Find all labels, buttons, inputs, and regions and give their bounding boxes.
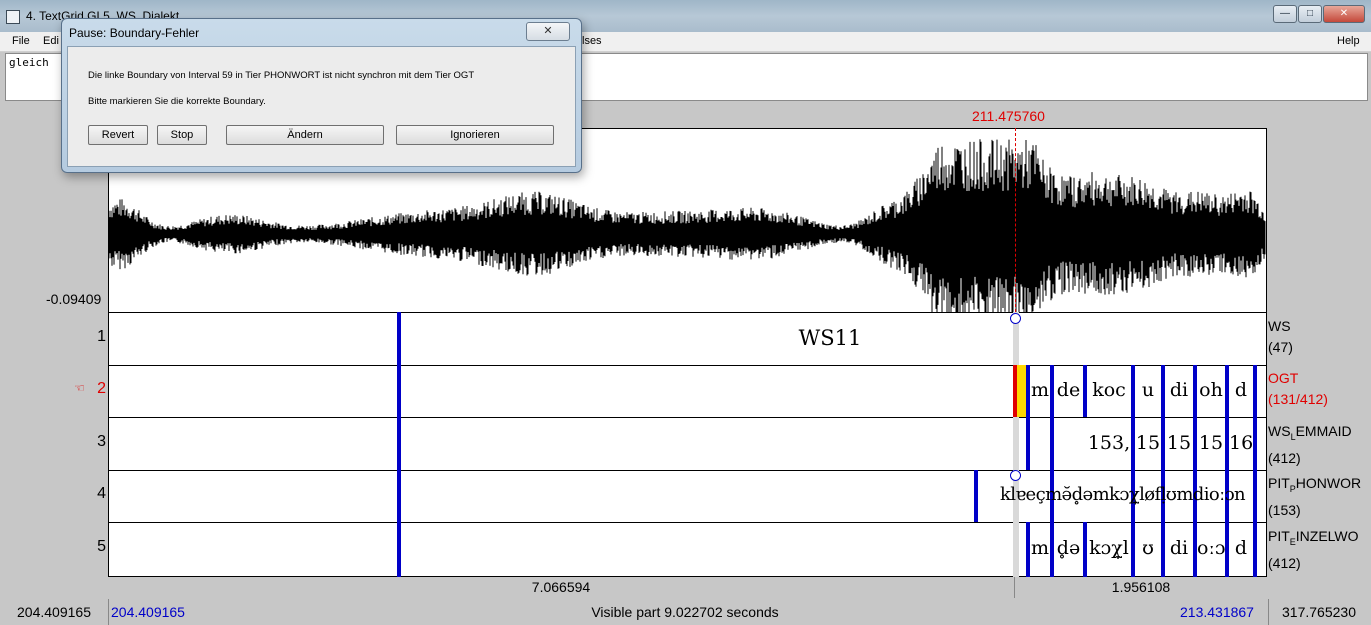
revert-button[interactable]: Revert [88, 125, 148, 145]
interval-label: 15 [1135, 432, 1161, 454]
dialog-close-button[interactable]: ✕ [526, 22, 570, 41]
tier-number-1: 1 [97, 328, 106, 345]
tier-separator [108, 365, 1267, 366]
change-button[interactable]: Ändern [226, 125, 384, 145]
menu-file[interactable]: File [12, 35, 30, 47]
boundary-handle[interactable] [1010, 313, 1021, 324]
interval-label: 16 [1229, 432, 1254, 454]
interval-label: 15 [1166, 432, 1192, 454]
cursor-time: 211.475760 [972, 108, 1045, 124]
interval-label: kɔχ̞l [1089, 537, 1129, 559]
tier-number-3: 3 [97, 433, 106, 450]
interval-label: de [1056, 379, 1081, 401]
dialog-message: Die linke Boundary von Interval 59 in Ti… [88, 70, 475, 81]
interval-label: di [1169, 379, 1189, 401]
menu-edit[interactable]: Edi [43, 35, 59, 47]
interval-label: ʊ [1142, 537, 1154, 559]
interval-label: oh [1199, 379, 1223, 401]
visible-end-time[interactable]: 213.431867 [1180, 599, 1254, 625]
selected-boundary[interactable] [1013, 365, 1017, 417]
visible-start-time[interactable]: 204.409165 [111, 599, 185, 625]
interval-label: oːɔ [1197, 537, 1226, 559]
segment-left-duration[interactable]: 7.066594 [108, 577, 1015, 598]
tier-separator [108, 417, 1267, 418]
tier-number-5: 5 [97, 538, 106, 555]
tier-number-4: 4 [97, 485, 106, 502]
interval-label: u [1141, 379, 1155, 401]
boundary-line[interactable] [397, 312, 401, 577]
interval-label: d [1234, 379, 1248, 401]
interval-label: 153, [1087, 432, 1131, 454]
visible-part-label[interactable]: Visible part 9.022702 seconds [560, 599, 810, 625]
interval-label: di [1169, 537, 1189, 559]
cursor-line [1015, 128, 1016, 312]
interval-label: 15 [1198, 432, 1224, 454]
label-text: gleich [9, 56, 49, 69]
menu-help[interactable]: Help [1337, 35, 1360, 47]
total-start-time[interactable]: 204.409165 [0, 599, 109, 625]
tier-name-2[interactable]: OGT (131/412) [1268, 368, 1328, 410]
tier-name-5[interactable]: PITEINZELWO (412) [1268, 526, 1359, 574]
interval-label: koc [1092, 379, 1126, 401]
boundary-line[interactable] [1253, 365, 1257, 577]
interval-label: WS11 [798, 326, 862, 350]
tier-separator [108, 522, 1267, 523]
total-end-time[interactable]: 317.765230 [1268, 599, 1369, 625]
tier-name-1[interactable]: WS (47) [1268, 316, 1293, 358]
pointing-hand-icon: ☜ [74, 381, 85, 395]
boundary-line[interactable] [1026, 417, 1030, 470]
interval-label: d [1234, 537, 1248, 559]
selection-column [1013, 312, 1019, 577]
dialog-title: Pause: Boundary-Fehler [69, 26, 200, 40]
interval-label: m [1030, 537, 1050, 559]
waveform-minimum: -0.09409 [46, 291, 102, 307]
minimize-button[interactable]: — [1273, 5, 1297, 23]
tier-name-3[interactable]: WSLEMMAID (412) [1268, 421, 1352, 469]
app-icon [6, 10, 20, 24]
tier-number-2: 2 [97, 380, 106, 397]
tier-name-4[interactable]: PITPHONWOR (153) [1268, 473, 1361, 521]
segment-right-duration[interactable]: 1.956108 [1015, 577, 1267, 598]
interval-label: klɐeçmə̆d̥əmkɔχ̞løfḷʊmdioːɔn [999, 484, 1246, 505]
stop-button[interactable]: Stop [157, 125, 207, 145]
maximize-button[interactable]: □ [1298, 5, 1322, 23]
ignore-button[interactable]: Ignorieren [396, 125, 554, 145]
tier-separator [108, 470, 1267, 471]
menu-hidden-item[interactable]: lses [582, 35, 602, 47]
close-window-button[interactable]: ✕ [1323, 5, 1365, 23]
dialog-instruction: Bitte markieren Sie die korrekte Boundar… [88, 96, 266, 107]
boundary-handle[interactable] [1010, 470, 1021, 481]
interval-label: m [1030, 379, 1050, 401]
interval-label: d̥ə [1056, 537, 1081, 559]
